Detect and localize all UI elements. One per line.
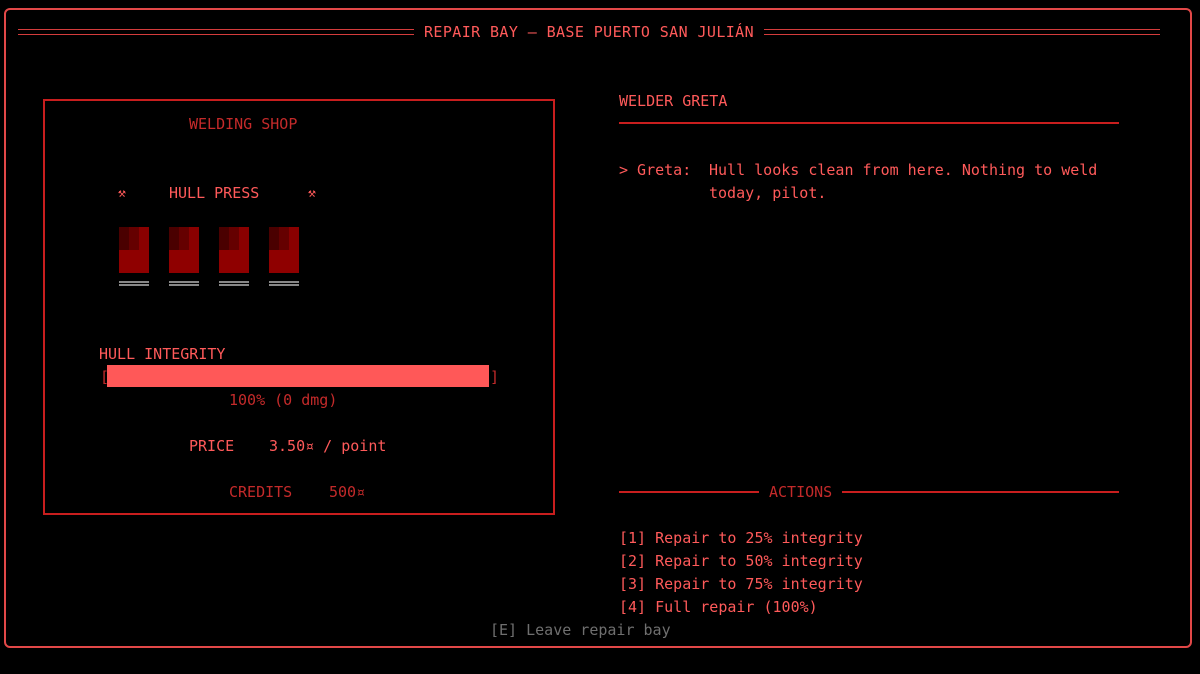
press-block bbox=[119, 227, 149, 273]
npc-name: WELDER GRETA bbox=[619, 92, 728, 110]
action-label: Full repair (100%) bbox=[655, 598, 818, 616]
hull-integrity-fill bbox=[107, 365, 489, 387]
hammer-icon: ⚒ bbox=[118, 186, 126, 201]
actions-header: ACTIONS bbox=[619, 482, 1119, 502]
action-repair-25[interactable]: [1] Repair to 25% integrity bbox=[619, 529, 863, 547]
hull-integrity-label: HULL INTEGRITY bbox=[99, 345, 226, 363]
press-base bbox=[169, 281, 199, 286]
title-bar: REPAIR BAY — BASE PUERTO SAN JULIÁN bbox=[18, 22, 1161, 42]
price-value: 3.50¤ / point bbox=[269, 437, 387, 455]
action-key: [3] bbox=[619, 575, 647, 593]
action-repair-75[interactable]: [3] Repair to 75% integrity bbox=[619, 575, 863, 593]
action-label: Repair to 50% integrity bbox=[655, 552, 863, 570]
dialogue-line-2: today, pilot. bbox=[709, 184, 827, 202]
actions-rule-right bbox=[842, 491, 1119, 493]
action-repair-50[interactable]: [2] Repair to 50% integrity bbox=[619, 552, 863, 570]
action-label: Repair to 75% integrity bbox=[655, 575, 863, 593]
actions-rule-left bbox=[619, 491, 759, 493]
credits-label: CREDITS bbox=[229, 483, 293, 501]
press-block bbox=[169, 227, 199, 273]
npc-divider bbox=[619, 122, 1119, 124]
dialogue-line-1: Hull looks clean from here. Nothing to w… bbox=[709, 161, 1098, 179]
hull-status: 100% (0 dmg) bbox=[229, 391, 338, 409]
credits-value: 500¤ bbox=[329, 483, 366, 501]
bar-bracket-right: ] bbox=[490, 368, 500, 386]
title-rule-right bbox=[764, 29, 1161, 35]
actions-title: ACTIONS bbox=[769, 483, 833, 501]
action-key: [2] bbox=[619, 552, 647, 570]
press-base bbox=[219, 281, 249, 286]
hammer-icon: ⚒ bbox=[308, 186, 316, 201]
action-full-repair[interactable]: [4] Full repair (100%) bbox=[619, 598, 818, 616]
action-key: [4] bbox=[619, 598, 647, 616]
price-label: PRICE bbox=[189, 437, 235, 455]
machine-label: HULL PRESS bbox=[169, 184, 260, 202]
hull-integrity-bar bbox=[107, 365, 489, 387]
shop-title: WELDING SHOP bbox=[189, 115, 298, 133]
press-block bbox=[219, 227, 249, 273]
action-key: [1] bbox=[619, 529, 647, 547]
title-rule-left bbox=[18, 29, 414, 35]
dialogue-prefix: > Greta: bbox=[619, 161, 692, 179]
action-label: Repair to 25% integrity bbox=[655, 529, 863, 547]
press-base bbox=[119, 281, 149, 286]
press-block bbox=[269, 227, 299, 273]
window-title: REPAIR BAY — BASE PUERTO SAN JULIÁN bbox=[423, 23, 755, 41]
leave-repair-bay-button[interactable]: [E] Leave repair bay bbox=[490, 621, 671, 639]
press-base bbox=[269, 281, 299, 286]
